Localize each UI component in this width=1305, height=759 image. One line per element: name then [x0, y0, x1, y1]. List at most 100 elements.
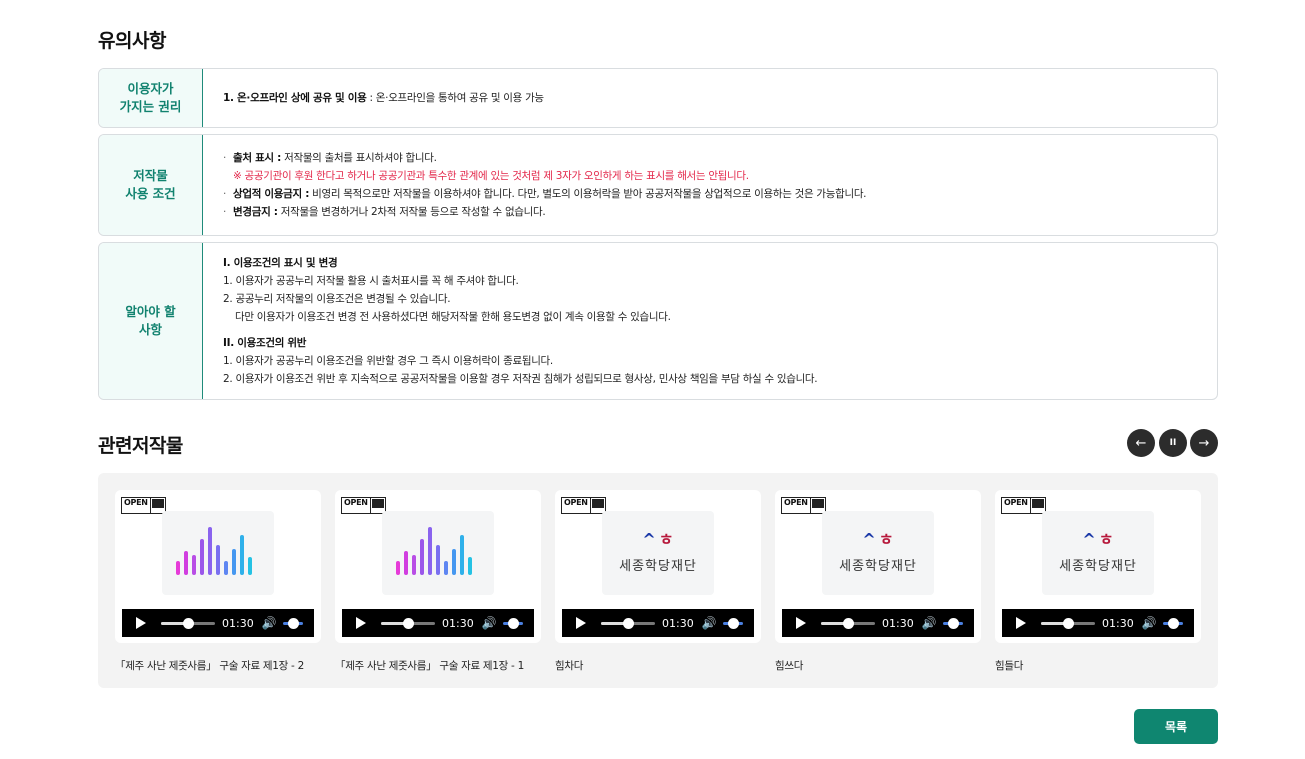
sejong-logo: ^ ㅎ 세종학당재단: [822, 530, 934, 575]
seek-bar[interactable]: [381, 617, 435, 629]
volume-knob[interactable]: [507, 617, 519, 629]
seek-knob[interactable]: [623, 617, 634, 629]
open-license-badge: OPEN: [781, 497, 826, 514]
open-license-badge: OPEN: [561, 497, 606, 514]
equalizer-bar: [404, 551, 408, 575]
play-icon[interactable]: [1016, 617, 1026, 629]
conditions-body: · 출처 표시 : 저작물의 출처를 표시하셔야 합니다. ※ 공공기관이 후원 …: [203, 135, 1217, 235]
related-card[interactable]: OPEN 01:30 🔊 「제주 사난 제줏사름」 구술 자료 제1장 - 1: [335, 490, 541, 672]
seek-knob[interactable]: [403, 617, 414, 629]
audio-player[interactable]: 01:30 🔊: [782, 609, 974, 637]
license-icon: [811, 499, 824, 508]
related-title: 관련저작물: [98, 435, 183, 457]
card-media: OPEN 01:30 🔊: [115, 490, 321, 643]
related-card[interactable]: OPEN ^ ㅎ 세종학당재단 01:30 🔊 힘쓰다: [775, 490, 981, 672]
notice-title: 유의사항: [98, 30, 166, 52]
logo-text: 세종학당재단: [1059, 559, 1137, 574]
equalizer-bar: [200, 539, 204, 575]
time-display: 01:30: [222, 616, 254, 630]
equalizer-bar: [396, 561, 400, 575]
play-icon[interactable]: [356, 617, 366, 629]
seek-knob[interactable]: [183, 617, 194, 629]
equalizer-bar: [444, 561, 448, 575]
equalizer-bar: [412, 555, 416, 575]
badge-text: OPEN: [122, 498, 151, 513]
related-card[interactable]: OPEN 01:30 🔊 「제주 사난 제줏사름」 구술 자료 제1장 - 2: [115, 490, 321, 672]
volume-knob[interactable]: [1167, 617, 1179, 629]
seek-knob[interactable]: [843, 617, 854, 629]
equalizer-icon: [176, 519, 266, 575]
license-icon: [371, 499, 384, 508]
time-display: 01:30: [882, 616, 914, 630]
audio-player[interactable]: 01:30 🔊: [342, 609, 534, 637]
know-label: 알아야 할 사항: [99, 243, 203, 399]
seek-bar[interactable]: [1041, 617, 1095, 629]
card-caption[interactable]: 힘쓰다: [775, 658, 803, 673]
seek-bar[interactable]: [601, 617, 655, 629]
logo-text: 세종학당재단: [619, 559, 697, 574]
volume-slider[interactable]: [282, 617, 303, 629]
time-display: 01:30: [442, 616, 474, 630]
seek-bar[interactable]: [161, 617, 215, 629]
card-caption[interactable]: 힘들다: [995, 658, 1023, 673]
equalizer-bar: [192, 555, 196, 575]
volume-icon[interactable]: 🔊: [1142, 616, 1157, 630]
audio-player[interactable]: 01:30 🔊: [562, 609, 754, 637]
know-body: I. 이용조건의 표시 및 변경 1. 이용자가 공공누리 저작물 활용 시 출…: [203, 243, 1217, 399]
card-media: OPEN ^ ㅎ 세종학당재단 01:30 🔊: [555, 490, 761, 643]
card-media: OPEN ^ ㅎ 세종학당재단 01:30 🔊: [995, 490, 1201, 643]
volume-knob[interactable]: [947, 617, 959, 629]
license-icon: [1031, 499, 1044, 508]
know-label-line1: 알아야 할: [125, 304, 176, 319]
logo-text: 세종학당재단: [839, 559, 917, 574]
card-caption[interactable]: 힘차다: [555, 658, 583, 673]
play-icon[interactable]: [576, 617, 586, 629]
time-display: 01:30: [662, 616, 694, 630]
prev-button[interactable]: ←: [1127, 429, 1155, 457]
play-icon[interactable]: [796, 617, 806, 629]
audio-player[interactable]: 01:30 🔊: [122, 609, 314, 637]
card-thumbnail: [382, 511, 494, 595]
condition-text: 비영리 목적으로만 저작물을 이용하셔야 합니다. 다만, 별도의 이용허락을 …: [309, 188, 867, 200]
volume-slider[interactable]: [502, 617, 523, 629]
pause-button[interactable]: II: [1159, 429, 1187, 457]
open-license-badge: OPEN: [1001, 497, 1046, 514]
open-license-badge: OPEN: [121, 497, 166, 514]
know-item: 1. 이용자가 공공누리 이용조건을 위반할 경우 그 즉시 이용허락이 종료됩…: [223, 355, 553, 367]
volume-knob[interactable]: [287, 617, 299, 629]
related-card[interactable]: OPEN ^ ㅎ 세종학당재단 01:30 🔊 힘들다: [995, 490, 1201, 672]
sejong-mark-icon: ^ ㅎ: [862, 530, 894, 549]
equalizer-bar: [420, 539, 424, 575]
badge-text: OPEN: [562, 498, 591, 513]
audio-player[interactable]: 01:30 🔊: [1002, 609, 1194, 637]
equalizer-bar: [428, 527, 432, 575]
rights-label-line1: 이용자가: [127, 81, 174, 96]
equalizer-bar: [468, 557, 472, 575]
condition-item: · 변경금지 : 저작물을 변경하거나 2차적 저작물 등으로 작성할 수 없습니…: [223, 206, 546, 218]
condition-text: 저작물의 출처를 표시하셔야 합니다.: [281, 152, 437, 164]
know-item: 2. 이용자가 이용조건 위반 후 지속적으로 공공저작물을 이용할 경우 저작…: [223, 373, 818, 385]
volume-knob[interactable]: [727, 617, 739, 629]
play-icon[interactable]: [136, 617, 146, 629]
equalizer-bar: [436, 545, 440, 575]
volume-icon[interactable]: 🔊: [702, 616, 717, 630]
next-button[interactable]: →: [1190, 429, 1218, 457]
condition-text: 저작물을 변경하거나 2차적 저작물 등으로 작성할 수 없습니다.: [277, 206, 546, 218]
seek-knob[interactable]: [1063, 617, 1074, 629]
badge-text: OPEN: [782, 498, 811, 513]
condition-bold: 출처 표시 :: [233, 152, 282, 164]
volume-icon[interactable]: 🔊: [482, 616, 497, 630]
volume-icon[interactable]: 🔊: [922, 616, 937, 630]
volume-slider[interactable]: [722, 617, 743, 629]
seek-bar[interactable]: [821, 617, 875, 629]
volume-slider[interactable]: [1162, 617, 1183, 629]
volume-icon[interactable]: 🔊: [262, 616, 277, 630]
warning-text: ※ 공공기관이 후원 한다고 하거나 공공기관과 특수한 관계에 있는 것처럼 …: [233, 170, 749, 182]
card-thumbnail: ^ ㅎ 세종학당재단: [1042, 511, 1154, 595]
card-caption[interactable]: 「제주 사난 제줏사름」 구술 자료 제1장 - 1: [335, 658, 524, 673]
list-button[interactable]: 목록: [1134, 709, 1218, 744]
volume-slider[interactable]: [942, 617, 963, 629]
related-gallery: OPEN 01:30 🔊 「제주 사난 제줏사름」 구술 자료 제1장 - 2 OPEN…: [98, 473, 1218, 688]
related-card[interactable]: OPEN ^ ㅎ 세종학당재단 01:30 🔊 힘차다: [555, 490, 761, 672]
card-caption[interactable]: 「제주 사난 제줏사름」 구술 자료 제1장 - 2: [115, 658, 304, 673]
